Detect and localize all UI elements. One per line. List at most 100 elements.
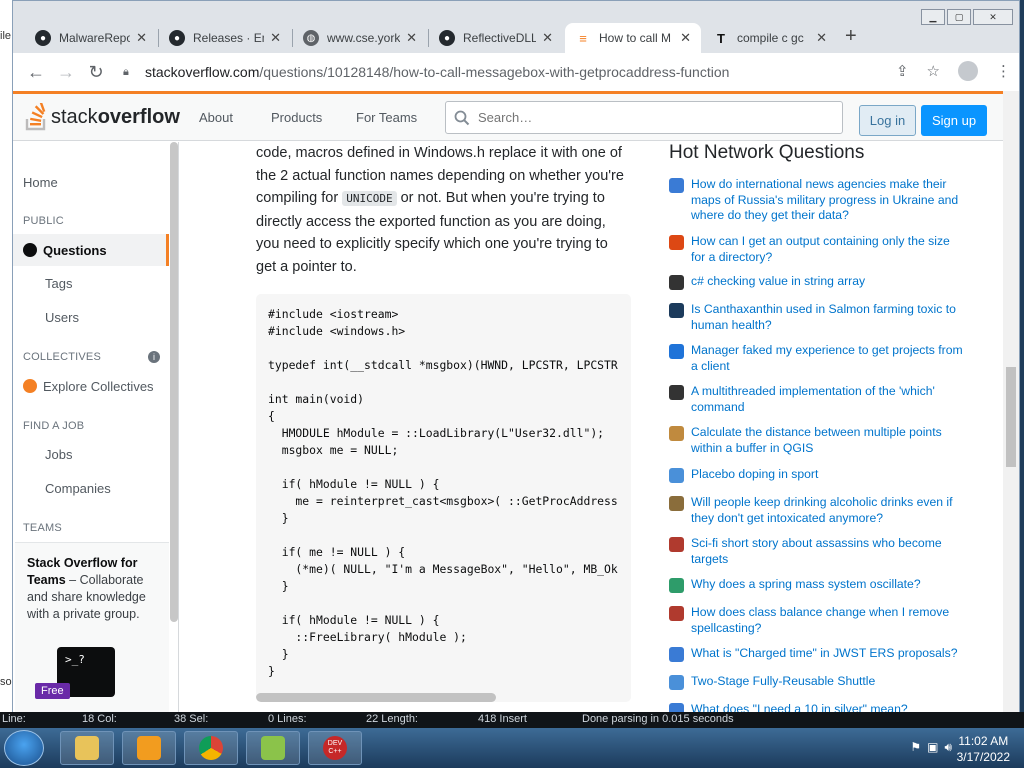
hnq-item[interactable]: Two-Stage Fully-Reusable Shuttle [669,674,969,690]
start-button[interactable] [4,730,44,766]
toolbar-actions: ⇪ ☆ ⋮ [896,61,1011,81]
status-parsing: Done parsing in 0.015 seconds [582,713,734,725]
maximize-button[interactable]: ▢ [947,9,971,25]
notepad-icon[interactable] [246,731,300,765]
address-bar[interactable]: 🔒︎ stackoverflow.com/questions/10128148/… [123,59,883,85]
tab-label: How to call M [599,31,672,45]
code-line: #include <windows.h> [268,324,406,338]
hnq-item[interactable]: c# checking value in string array [669,274,969,290]
hnq-item[interactable]: Manager faked my experience to get proje… [669,343,969,374]
hnq-item[interactable]: Will people keep drinking alcoholic drin… [669,495,969,526]
nav-for-teams[interactable]: For Teams [356,110,417,125]
nav-about[interactable]: About [199,110,233,125]
search-input[interactable] [478,110,818,125]
signup-button[interactable]: Sign up [921,105,987,136]
hnq-item[interactable]: Why does a spring mass system oscillate? [669,577,969,593]
hnq-link[interactable]: How does class balance change when I rem… [691,605,966,636]
close-tab-icon[interactable]: ✕ [136,30,147,46]
devcpp-icon[interactable]: DEV C++ [308,731,362,765]
hnq-link[interactable]: Sci-fi short story about assassins who b… [691,536,966,567]
clock[interactable]: 11:02 AM 3/17/2022 [957,733,1010,765]
free-badge[interactable]: Free [35,683,70,699]
new-tab-button[interactable]: + [845,25,857,48]
share-icon[interactable]: ⇪ [896,62,909,80]
sidebar-item-jobs[interactable]: Jobs [45,447,72,462]
hnq-link[interactable]: Will people keep drinking alcoholic drin… [691,495,966,526]
sidebar-item-users[interactable]: Users [45,310,79,325]
hnq-item[interactable]: Sci-fi short story about assassins who b… [669,536,969,567]
search-box[interactable] [445,101,843,134]
so-logo[interactable]: stack overflow [25,103,180,131]
code-line: } [268,579,289,593]
page-viewport: stackoverflow About Products For Teams L… [13,91,1003,713]
forward-arrow-icon[interactable]: → [51,62,81,83]
hnq-link[interactable]: A multithreaded implementation of the 'w… [691,384,966,415]
hnq-link[interactable]: c# checking value in string array [691,274,966,290]
close-tab-icon[interactable]: ✕ [680,30,691,46]
hnq-link[interactable]: How do international news agencies make … [691,177,966,224]
sidebar-item-home[interactable]: Home [23,175,58,190]
hnq-item[interactable]: How can I get an output containing only … [669,234,969,265]
menu-dots-icon[interactable]: ⋮ [996,62,1011,80]
code-line: (*me)( NULL, "I'm a MessageBox", "Hello"… [268,562,618,576]
hnq-item[interactable]: A multithreaded implementation of the 'w… [669,384,969,415]
hnq-link[interactable]: Why does a spring mass system oscillate? [691,577,966,593]
minimize-button[interactable]: ▁ [921,9,945,25]
hnq-link[interactable]: Manager faked my experience to get proje… [691,343,966,374]
page-scrollbar-thumb[interactable] [1006,367,1016,467]
hnq-link[interactable]: Two-Stage Fully-Reusable Shuttle [691,674,966,690]
logo-text-light: stack [51,105,98,128]
reload-icon[interactable]: ↻ [81,62,111,83]
hnq-link[interactable]: How can I get an output containing only … [691,234,966,265]
hnq-item[interactable]: Placebo doping in sport [669,467,969,483]
action-center-icon[interactable]: ⚑ [910,740,921,755]
codereview-icon [669,275,684,290]
answer-text: code, macros defined in Windows.h replac… [256,142,631,278]
sidebar-heading-teams: TEAMS [23,522,62,534]
hnq-item[interactable]: How does class balance change when I rem… [669,605,969,636]
sidebar-item-companies[interactable]: Companies [45,481,111,496]
sidebar-item-tags[interactable]: Tags [45,276,72,291]
login-button[interactable]: Log in [859,105,916,136]
nav-products[interactable]: Products [271,110,322,125]
code-horizontal-scrollbar[interactable] [256,693,496,702]
back-arrow-icon[interactable]: ← [21,62,51,83]
bookmark-star-icon[interactable]: ☆ [927,62,940,80]
close-tab-icon[interactable]: ✕ [542,30,553,46]
volume-icon[interactable]: 🔊︎ [944,740,952,755]
close-tab-icon[interactable]: ✕ [816,30,827,46]
tab-how-to-call[interactable]: ≡ How to call M ✕ [565,23,701,53]
sidebar-scrollbar[interactable] [170,142,178,622]
hnq-link[interactable]: Placebo doping in sport [691,467,966,483]
tab-label: ReflectiveDLL [463,31,537,45]
sidebar-item-questions[interactable]: Questions [13,234,169,266]
info-icon[interactable]: i [148,351,160,363]
hnq-item[interactable]: Calculate the distance between multiple … [669,425,969,456]
tab-releases[interactable]: ● Releases · Em ✕ [159,23,291,53]
editor-status-bar: Line: 18 Col: 38 Sel: 0 Lines: 22 Length… [0,712,1024,728]
network-icon[interactable]: ▣ [927,740,938,755]
hnq-item[interactable]: How do international news agencies make … [669,177,969,224]
hnq-link[interactable]: What is "Charged time" in JWST ERS propo… [691,646,966,662]
hnq-link[interactable]: Calculate the distance between multiple … [691,425,966,456]
profile-avatar-icon[interactable] [958,61,978,81]
tab-label: www.cse.york [327,31,401,45]
tab-compile-c[interactable]: T compile c gc ✕ [703,23,837,53]
tab-cse-york[interactable]: ◍ www.cse.york ✕ [293,23,427,53]
hnq-item[interactable]: What is "Charged time" in JWST ERS propo… [669,646,969,662]
tab-malwarerepo[interactable]: ● MalwareRepo ✕ [25,23,157,53]
chrome-icon[interactable] [184,731,238,765]
hnq-link[interactable]: Is Canthaxanthin used in Salmon farming … [691,302,966,333]
close-window-button[interactable]: ✕ [973,9,1013,25]
close-tab-icon[interactable]: ✕ [270,30,281,46]
page-scrollbar[interactable] [1003,91,1019,713]
hnq-item[interactable]: Is Canthaxanthin used in Salmon farming … [669,302,969,333]
tab-reflectivedll[interactable]: ● ReflectiveDLL ✕ [429,23,563,53]
close-tab-icon[interactable]: ✕ [406,30,417,46]
status-lines: 0 Lines: [268,713,307,725]
code-block[interactable]: #include <iostream> #include <windows.h>… [256,294,631,702]
explorer-icon[interactable] [60,731,114,765]
media-player-icon[interactable] [122,731,176,765]
globe-icon [23,243,37,257]
sidebar-item-explore-collectives[interactable]: Explore Collectives [23,379,154,394]
